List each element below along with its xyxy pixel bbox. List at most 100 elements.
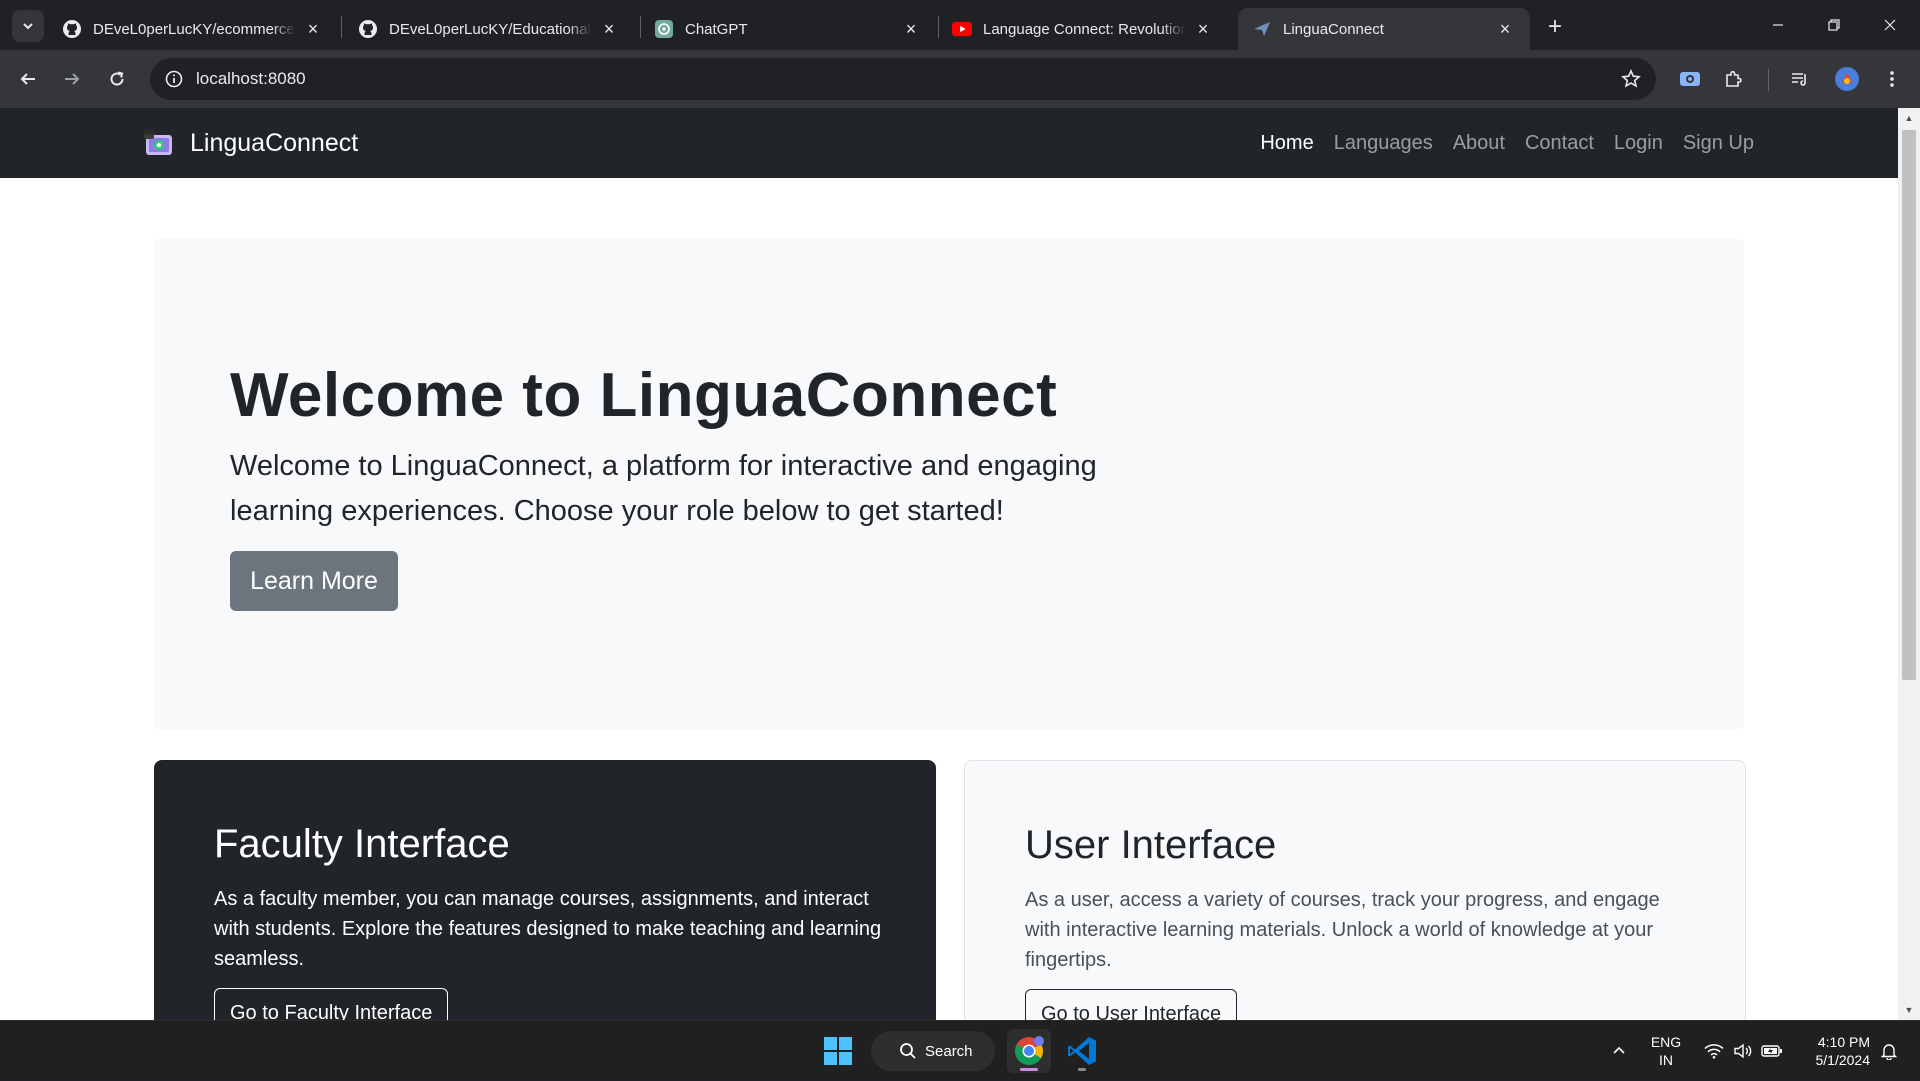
extensions-button[interactable]	[1716, 61, 1752, 97]
close-icon[interactable]: ×	[1494, 18, 1516, 40]
page-viewport: LinguaConnect Home Languages About Conta…	[0, 108, 1898, 1020]
volume-status[interactable]	[1730, 1021, 1756, 1081]
youtube-icon	[952, 19, 972, 39]
taskbar-search-button[interactable]: Search	[871, 1031, 995, 1071]
tab-search-button[interactable]	[12, 10, 44, 42]
chevron-down-icon	[23, 23, 33, 30]
nav-links: Home Languages About Contact Login Sign …	[1240, 108, 1754, 178]
open-app-indicator	[1078, 1068, 1086, 1071]
close-icon[interactable]: ×	[598, 18, 620, 40]
restore-button[interactable]	[1806, 8, 1862, 42]
graduation-cap-logo-icon	[141, 129, 172, 155]
scroll-down-arrow-icon[interactable]: ▼	[1898, 1000, 1920, 1020]
media-control-button[interactable]	[1782, 61, 1818, 97]
profile-avatar[interactable]	[1829, 61, 1865, 97]
browser-toolbar: localhost:8080	[0, 50, 1920, 108]
active-app-indicator	[1020, 1068, 1038, 1071]
scrollbar-thumb[interactable]	[1902, 130, 1916, 680]
minimize-icon	[1773, 24, 1783, 26]
scroll-up-arrow-icon[interactable]: ▲	[1898, 108, 1920, 128]
faculty-card-description: As a faculty member, you can manage cour…	[214, 888, 882, 970]
browser-menu-button[interactable]	[1874, 61, 1910, 97]
taskbar-vscode[interactable]	[1060, 1029, 1104, 1073]
github-icon	[358, 19, 378, 39]
site-info-icon[interactable]	[162, 67, 186, 91]
system-clock[interactable]: 4:10 PM 5/1/2024	[1800, 1033, 1871, 1069]
reload-icon	[110, 71, 124, 86]
github-icon	[62, 19, 82, 39]
screen-capture-extension-button[interactable]	[1672, 61, 1708, 97]
go-to-user-button[interactable]: Go to User Interface	[1025, 989, 1238, 1020]
browser-tab-active[interactable]: LinguaConnect ×	[1238, 8, 1530, 50]
close-window-button[interactable]	[1862, 8, 1918, 42]
hero-title: Welcome to LinguaConnect	[230, 361, 1058, 430]
notifications-button[interactable]	[1874, 1021, 1904, 1081]
restore-icon	[1828, 19, 1840, 31]
nav-about[interactable]: About	[1453, 132, 1505, 155]
speaker-icon	[1734, 1043, 1752, 1059]
brand-name: LinguaConnect	[190, 128, 359, 157]
nav-languages[interactable]: Languages	[1334, 132, 1433, 155]
browser-tab[interactable]: Language Connect: Revolutioni ×	[938, 8, 1228, 50]
clock-date: 5/1/2024	[1815, 1052, 1871, 1068]
new-tab-button[interactable]: +	[1540, 12, 1570, 42]
page-scrollbar[interactable]: ▲ ▼	[1898, 108, 1920, 1020]
faculty-card-title: Faculty Interface	[214, 822, 510, 866]
tab-title: Language Connect: Revolutioni	[983, 20, 1186, 38]
browser-tab[interactable]: ChatGPT ×	[640, 8, 936, 50]
windows-taskbar: Search ENG IN 4:10 PM 5/1/2024	[0, 1020, 1920, 1080]
wifi-status[interactable]	[1700, 1021, 1728, 1081]
windows-start-icon[interactable]	[822, 1035, 854, 1067]
nav-home[interactable]: Home	[1260, 132, 1313, 155]
avatar-icon	[1835, 67, 1859, 91]
address-bar[interactable]: localhost:8080	[150, 58, 1656, 100]
bookmark-star-icon[interactable]	[1618, 66, 1644, 92]
tab-title: DEveL0perLucKY/Educational-ap	[389, 20, 592, 38]
nav-signup[interactable]: Sign Up	[1683, 132, 1754, 155]
browser-tab-strip: DEveL0perLucKY/ecommerce × DEveL0perLucK…	[0, 0, 1920, 50]
puzzle-icon	[1726, 70, 1742, 87]
site-brand[interactable]: LinguaConnect	[140, 108, 358, 178]
language-code: ENG	[1650, 1034, 1682, 1050]
minimize-button[interactable]	[1750, 8, 1806, 42]
show-hidden-icons-button[interactable]	[1604, 1021, 1634, 1081]
input-language-indicator[interactable]: ENG IN	[1648, 1033, 1684, 1069]
reload-button[interactable]	[99, 61, 135, 97]
learn-more-button[interactable]: Learn More	[230, 551, 398, 611]
tab-title: LinguaConnect	[1283, 20, 1384, 38]
forward-button[interactable]	[54, 61, 90, 97]
url-text: localhost:8080	[196, 69, 306, 88]
go-to-faculty-button[interactable]: Go to Faculty Interface	[214, 988, 449, 1020]
close-icon[interactable]: ×	[900, 18, 922, 40]
search-icon	[900, 1043, 916, 1059]
browser-tab[interactable]: DEveL0perLucKY/Educational-ap ×	[344, 8, 634, 50]
wifi-icon	[1704, 1044, 1724, 1059]
language-region: IN	[1659, 1052, 1673, 1068]
close-icon[interactable]: ×	[302, 18, 324, 40]
tab-title: ChatGPT	[685, 20, 748, 38]
playlist-music-icon	[1792, 73, 1806, 86]
battery-charging-icon	[1761, 1045, 1782, 1057]
hero-description: Welcome to LinguaConnect, a platform for…	[230, 450, 1097, 527]
tab-divider	[341, 16, 342, 38]
hero-section: Welcome to LinguaConnect Welcome to Ling…	[154, 238, 1744, 730]
user-card-description: As a user, access a variety of courses, …	[1025, 889, 1660, 971]
vscode-icon	[1068, 1037, 1096, 1065]
nav-login[interactable]: Login	[1614, 132, 1663, 155]
taskbar-chrome[interactable]	[1007, 1029, 1051, 1073]
browser-tab[interactable]: DEveL0perLucKY/ecommerce ×	[48, 8, 338, 50]
clock-time: 4:10 PM	[1817, 1034, 1870, 1050]
back-button[interactable]	[10, 61, 46, 97]
user-interface-card: User Interface As a user, access a varie…	[964, 760, 1746, 1020]
close-icon	[1884, 19, 1896, 31]
nav-contact[interactable]: Contact	[1525, 132, 1594, 155]
arrow-right-icon	[65, 73, 80, 85]
paper-plane-icon	[1252, 19, 1272, 39]
camera-extension-icon	[1680, 72, 1700, 86]
chatgpt-icon	[654, 19, 674, 39]
close-icon[interactable]: ×	[1192, 18, 1214, 40]
kebab-menu-icon	[1890, 71, 1894, 87]
faculty-interface-card: Faculty Interface As a faculty member, y…	[154, 760, 936, 1020]
taskbar-search-label: Search	[925, 1042, 973, 1060]
battery-status[interactable]	[1758, 1021, 1786, 1081]
